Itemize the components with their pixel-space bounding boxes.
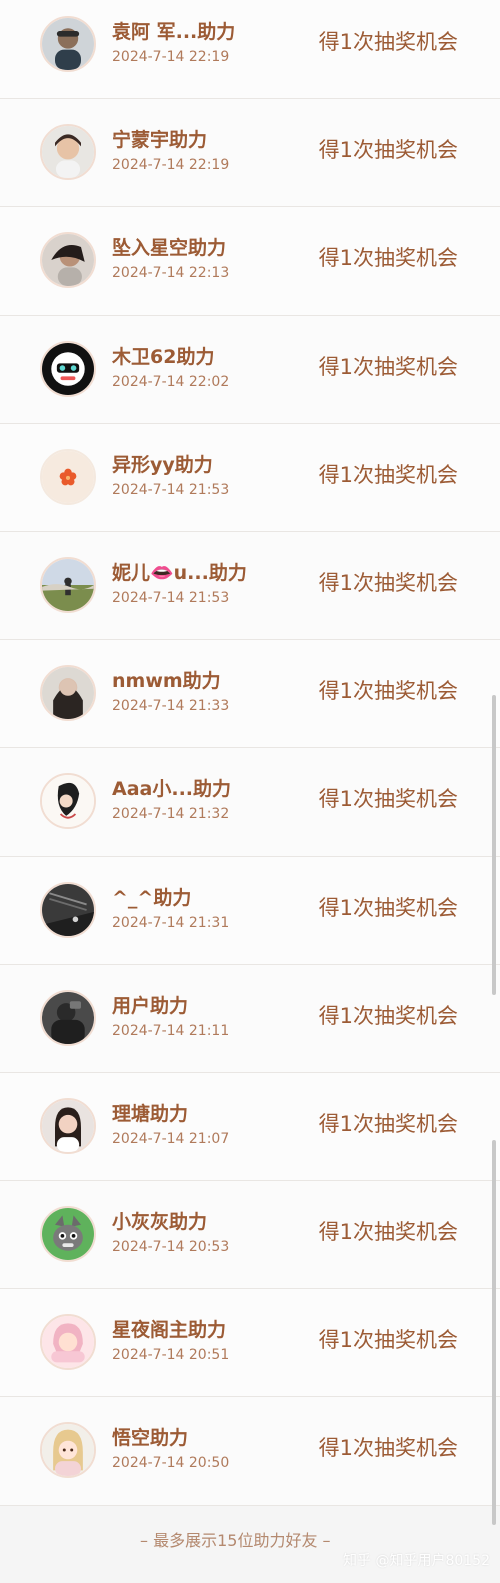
reward-text: 得1次抽奖机会: [318, 787, 458, 812]
list-item: 异形yy助力 2024-7-14 21:53 得1次抽奖机会: [0, 423, 500, 532]
avatar[interactable]: [40, 232, 96, 289]
list-item: Aaa小...助力 2024-7-14 21:32 得1次抽奖机会: [0, 748, 500, 857]
reward-text: 得1次抽奖机会: [318, 1328, 458, 1353]
list-item: 妮儿👄u...助力 2024-7-14 21:53 得1次抽奖机会: [0, 531, 500, 641]
helper-name: 木卫62助力: [112, 345, 215, 368]
avatar[interactable]: [40, 340, 96, 397]
avatar[interactable]: [40, 881, 96, 938]
reward-text: 得1次抽奖机会: [318, 1003, 458, 1028]
helper-name: 袁阿 军...助力: [112, 21, 236, 43]
helper-name: 异形yy助力: [112, 453, 213, 476]
helper-time: 2024-7-14 22:19: [112, 49, 230, 65]
avatar[interactable]: [40, 556, 96, 613]
helper-name: ^_^助力: [112, 886, 192, 909]
helper-time: 2024-7-14 22:02: [112, 373, 230, 390]
avatar[interactable]: [40, 1206, 96, 1263]
person-photo-icon: [42, 234, 94, 287]
person-photo-icon: [42, 667, 94, 720]
reward-text: 得1次抽奖机会: [318, 679, 458, 704]
list-item: 用户助力 2024-7-14 21:11 得1次抽奖机会: [0, 964, 500, 1073]
list-item: 袁阿 军...助力 2024-7-14 22:19 得1次抽奖机会: [0, 0, 500, 100]
avatar[interactable]: [40, 1097, 96, 1154]
avatar[interactable]: [40, 773, 96, 830]
helper-time: 2024-7-14 20:53: [112, 1239, 230, 1256]
helper-time: 2024-7-14 21:33: [112, 698, 230, 715]
avatar[interactable]: [40, 448, 96, 505]
list-item: 小灰灰助力 2024-7-14 20:53 得1次抽奖机会: [0, 1181, 500, 1290]
helper-name: 宁蒙宇助力: [112, 129, 208, 152]
helper-time: 2024-7-14 21:32: [112, 806, 230, 823]
reward-text: 得1次抽奖机会: [318, 895, 458, 920]
reward-text: 得1次抽奖机会: [318, 354, 458, 379]
helper-name: 理塘助力: [112, 1102, 189, 1125]
helper-name: 坠入星空助力: [112, 237, 227, 260]
helper-name: 小灰灰助力: [112, 1211, 208, 1234]
avatar[interactable]: [40, 1422, 96, 1479]
reward-text: 得1次抽奖机会: [318, 1111, 458, 1136]
cartoon-wolf-icon: [42, 1208, 94, 1261]
reward-text: 得1次抽奖机会: [318, 570, 458, 595]
avatar[interactable]: [40, 124, 96, 181]
helper-name: nmwm助力: [112, 670, 221, 693]
avatar[interactable]: [40, 989, 96, 1046]
list-item: 坠入星空助力 2024-7-14 22:13 得1次抽奖机会: [0, 207, 500, 316]
reward-text: 得1次抽奖机会: [318, 138, 458, 163]
helper-time: 2024-7-14 22:19: [112, 157, 230, 174]
dark-photo-icon: [42, 883, 94, 936]
reward-text: 得1次抽奖机会: [318, 246, 458, 271]
flower-icon: [42, 450, 94, 503]
list-item: 宁蒙宇助力 2024-7-14 22:19 得1次抽奖机会: [0, 99, 500, 208]
helper-name: Aaa小...助力: [112, 778, 232, 801]
avatar[interactable]: [40, 16, 96, 72]
landscape-photo-icon: [42, 558, 94, 611]
list-footer: – 最多展示15位助力好友 – 知乎 @知乎用户80152: [0, 1515, 500, 1583]
helper-time: 2024-7-14 22:13: [112, 265, 230, 282]
character-icon: [42, 342, 94, 395]
helper-name: 用户助力: [112, 994, 189, 1017]
helper-time: 2024-7-14 20:51: [112, 1347, 230, 1364]
helper-time: 2024-7-14 21:07: [112, 1130, 230, 1147]
person-photo-icon: [42, 1099, 94, 1152]
dark-photo-icon: [42, 991, 94, 1044]
reward-text: 得1次抽奖机会: [318, 1436, 458, 1461]
helper-name: 星夜阁主助力: [112, 1319, 227, 1342]
helper-name: 妮儿👄u...助力: [112, 561, 247, 584]
list-item: 理塘助力 2024-7-14 21:07 得1次抽奖机会: [0, 1072, 500, 1182]
footer-note: – 最多展示15位助力好友 –: [140, 1531, 331, 1550]
reward-text: 得1次抽奖机会: [318, 30, 458, 54]
watermark: 知乎 @知乎用户80152: [343, 1553, 490, 1569]
list-item: nmwm助力 2024-7-14 21:33 得1次抽奖机会: [0, 640, 500, 749]
reward-text: 得1次抽奖机会: [318, 462, 458, 487]
illustration-icon: [42, 775, 94, 828]
reward-text: 得1次抽奖机会: [318, 1220, 458, 1245]
avatar[interactable]: [40, 1314, 96, 1371]
list-item: 木卫62助力 2024-7-14 22:02 得1次抽奖机会: [0, 315, 500, 424]
helper-time: 2024-7-14 21:11: [112, 1022, 230, 1039]
helper-time: 2024-7-14 21:31: [112, 914, 230, 931]
helper-name: 悟空助力: [112, 1427, 189, 1450]
list-item: 悟空助力 2024-7-14 20:50 得1次抽奖机会: [0, 1397, 500, 1506]
person-photo-icon: [42, 18, 94, 70]
avatar[interactable]: [40, 665, 96, 722]
scrollbar[interactable]: [492, 1140, 496, 1525]
helper-time: 2024-7-14 21:53: [112, 589, 230, 606]
helper-time: 2024-7-14 21:53: [112, 481, 230, 498]
person-photo-icon: [42, 126, 94, 179]
cartoon-girl-icon: [42, 1316, 94, 1369]
list-item: ^_^助力 2024-7-14 21:31 得1次抽奖机会: [0, 856, 500, 965]
helper-list: 袁阿 军...助力 2024-7-14 22:19 得1次抽奖机会 宁蒙宇助力 …: [0, 0, 500, 1506]
list-item: 星夜阁主助力 2024-7-14 20:51 得1次抽奖机会: [0, 1289, 500, 1398]
helper-time: 2024-7-14 20:50: [112, 1455, 230, 1472]
helper-list-page: 袁阿 军...助力 2024-7-14 22:19 得1次抽奖机会 宁蒙宇助力 …: [0, 0, 500, 1583]
scrollbar[interactable]: [492, 695, 496, 995]
cartoon-girl-icon: [42, 1424, 94, 1477]
